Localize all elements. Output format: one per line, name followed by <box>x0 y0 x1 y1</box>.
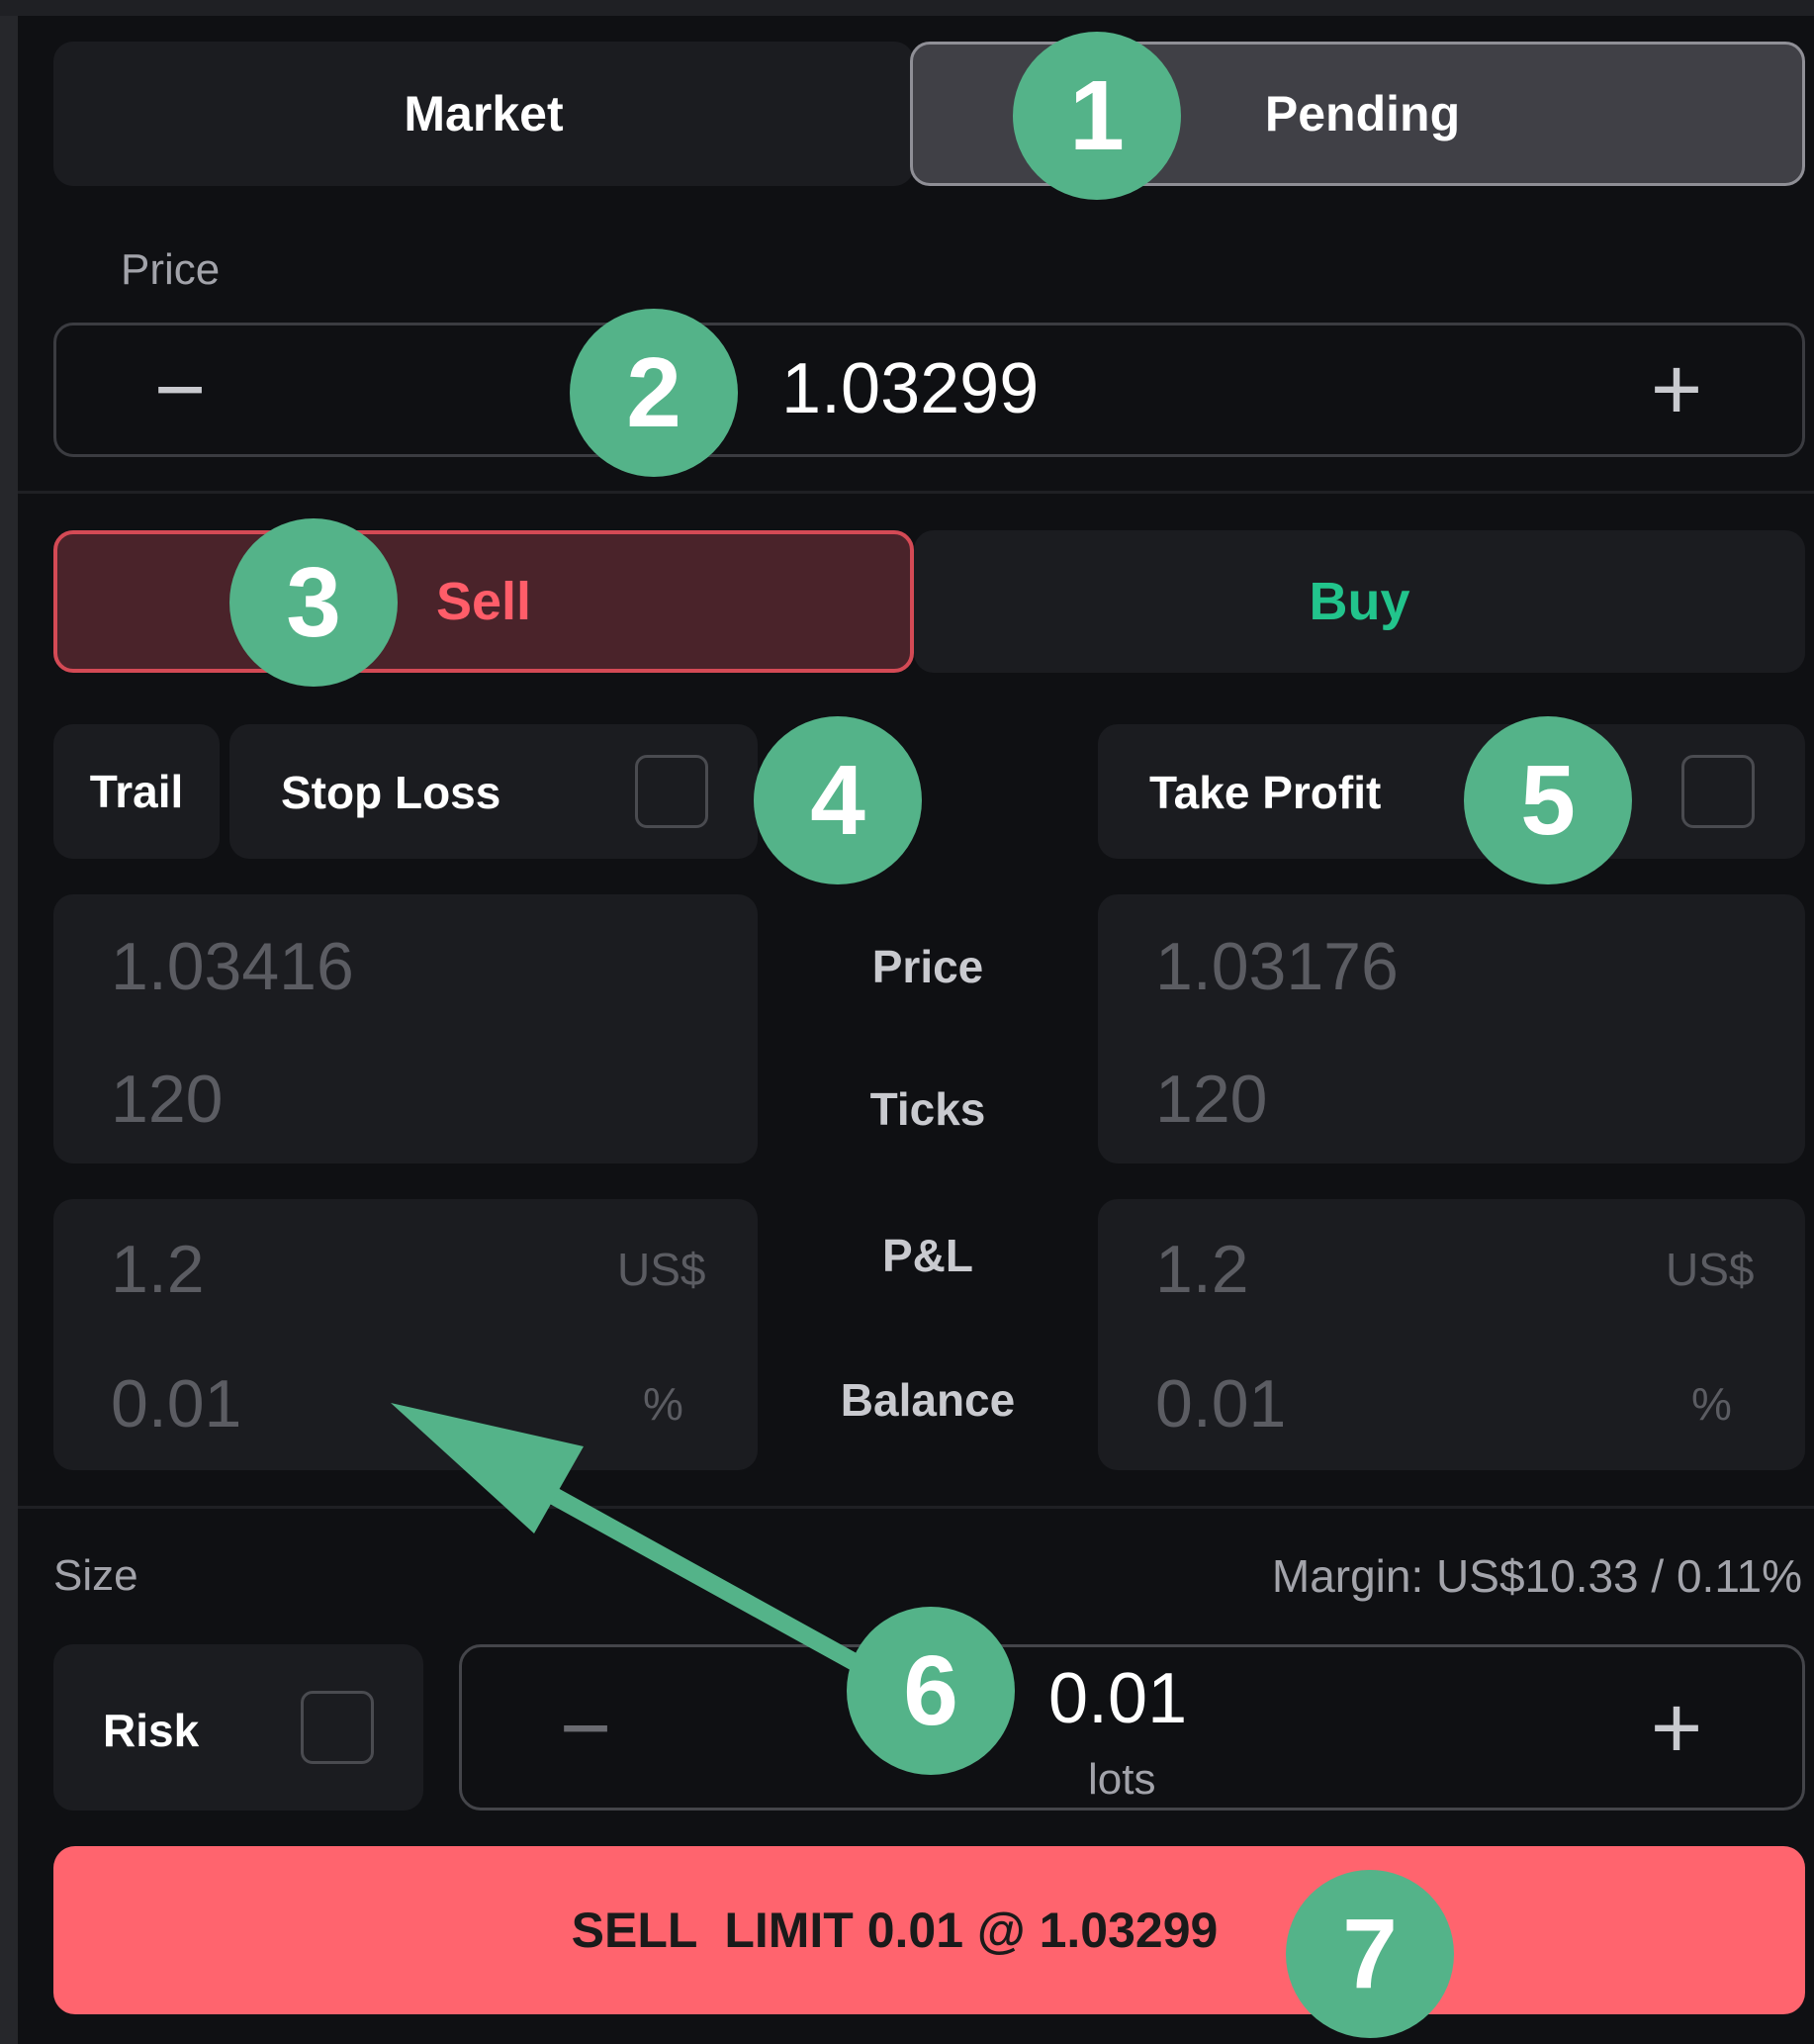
annotation-badge-2: 2 <box>570 309 738 477</box>
annotation-badge-4: 4 <box>754 716 922 884</box>
arrow-head <box>391 1403 584 1533</box>
annotation-badge-1: 1 <box>1013 32 1181 200</box>
annotation-badge-6: 6 <box>847 1607 1015 1775</box>
annotation-badge-3: 3 <box>229 518 398 687</box>
arrow-shaft <box>505 1465 899 1691</box>
annotation-badge-5: 5 <box>1464 716 1632 884</box>
annotation-badge-7: 7 <box>1286 1870 1454 2038</box>
